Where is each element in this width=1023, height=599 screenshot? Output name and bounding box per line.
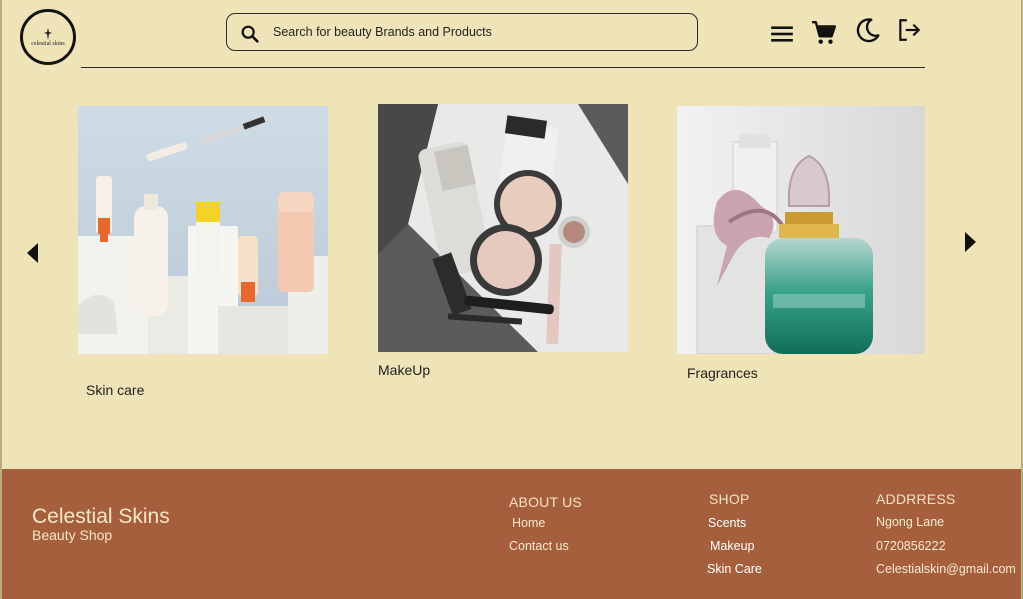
header-divider bbox=[81, 67, 925, 68]
fragrance-product-photo bbox=[677, 106, 925, 354]
search-bar[interactable] bbox=[226, 13, 698, 51]
footer-link-home[interactable]: Home bbox=[512, 516, 545, 530]
logo-emblem-icon bbox=[44, 27, 52, 40]
arrow-left-icon[interactable] bbox=[26, 242, 40, 264]
makeup-product-photo bbox=[378, 104, 628, 352]
makeup-image[interactable] bbox=[378, 104, 628, 352]
footer-link-skin-care[interactable]: Skin Care bbox=[707, 562, 762, 576]
footer-address-heading: ADDRRESS bbox=[876, 491, 956, 507]
footer-link-contact[interactable]: Contact us bbox=[509, 539, 569, 553]
footer-shop-heading: SHOP bbox=[709, 491, 750, 507]
search-input[interactable] bbox=[271, 24, 675, 40]
category-label-skin-care[interactable]: Skin care bbox=[86, 382, 144, 398]
cart-icon[interactable] bbox=[811, 20, 837, 46]
footer-address-phone: 0720856222 bbox=[876, 539, 946, 553]
site-logo[interactable]: celestial skins bbox=[20, 9, 76, 65]
search-icon[interactable] bbox=[239, 23, 261, 45]
arrow-right-icon[interactable] bbox=[963, 231, 977, 253]
skin-care-product-photo bbox=[78, 106, 328, 354]
footer-address-street: Ngong Lane bbox=[876, 515, 945, 529]
logo-text: celestial skins bbox=[31, 40, 65, 47]
moon-icon[interactable] bbox=[855, 17, 881, 43]
footer-address-email[interactable]: Celestialskin@gmail.com bbox=[876, 562, 1016, 576]
footer-link-scents[interactable]: Scents bbox=[708, 516, 746, 530]
footer-about-heading: ABOUT US bbox=[509, 494, 582, 510]
category-label-makeup[interactable]: MakeUp bbox=[378, 362, 430, 378]
category-label-fragrances[interactable]: Fragrances bbox=[687, 365, 758, 381]
footer-brand-name: Celestial Skins bbox=[32, 505, 170, 528]
logout-icon[interactable] bbox=[896, 17, 922, 43]
footer-link-makeup[interactable]: Makeup bbox=[710, 539, 754, 553]
footer-brand-subtitle: Beauty Shop bbox=[32, 527, 113, 543]
site-footer: Celestial Skins Beauty Shop ABOUT US Hom… bbox=[2, 469, 1021, 599]
skin-care-image[interactable] bbox=[78, 106, 328, 354]
menu-icon[interactable] bbox=[769, 21, 795, 47]
fragrances-image[interactable] bbox=[677, 106, 925, 354]
